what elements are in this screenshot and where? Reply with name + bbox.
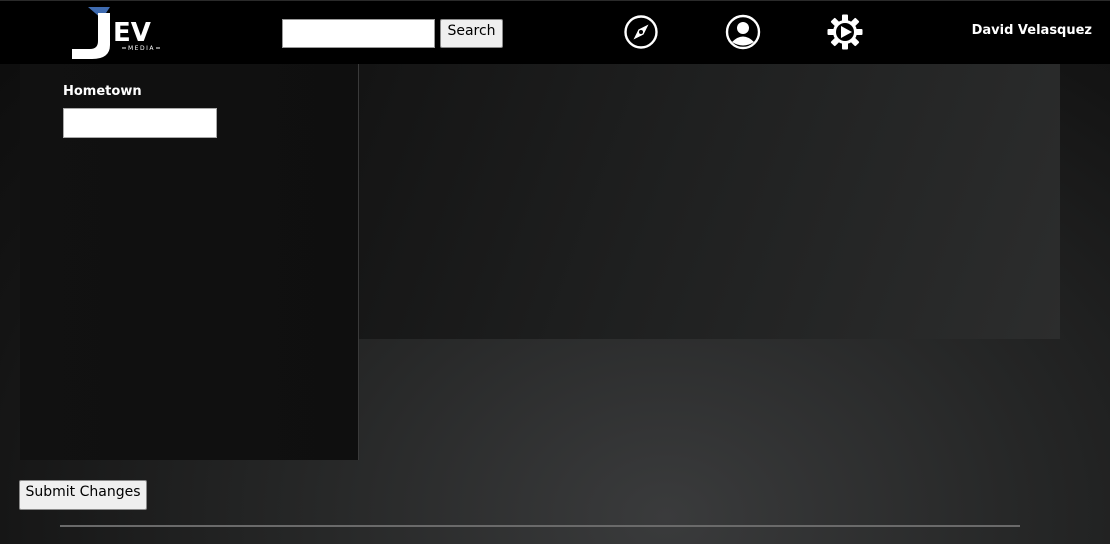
search-button[interactable]: Search xyxy=(440,19,503,48)
jev-media-logo[interactable]: EV MEDIA xyxy=(68,5,168,61)
gear-icon[interactable] xyxy=(826,13,864,51)
footer-divider xyxy=(60,525,1020,527)
search-input[interactable] xyxy=(282,19,435,48)
logo-tagline: MEDIA xyxy=(128,45,155,52)
content-preview-panel xyxy=(359,64,1060,339)
logo-letters: EV xyxy=(113,18,151,48)
hometown-label: Hometown xyxy=(63,84,142,99)
submit-changes-button[interactable]: Submit Changes xyxy=(19,480,147,510)
hometown-input[interactable] xyxy=(63,108,217,138)
profile-icon[interactable] xyxy=(724,13,762,51)
logo-letter-j xyxy=(72,13,110,59)
username-label[interactable]: David Velasquez xyxy=(972,23,1092,38)
compass-icon[interactable] xyxy=(622,13,660,51)
top-navigation-bar: EV MEDIA Search David Velasquez xyxy=(0,0,1110,64)
